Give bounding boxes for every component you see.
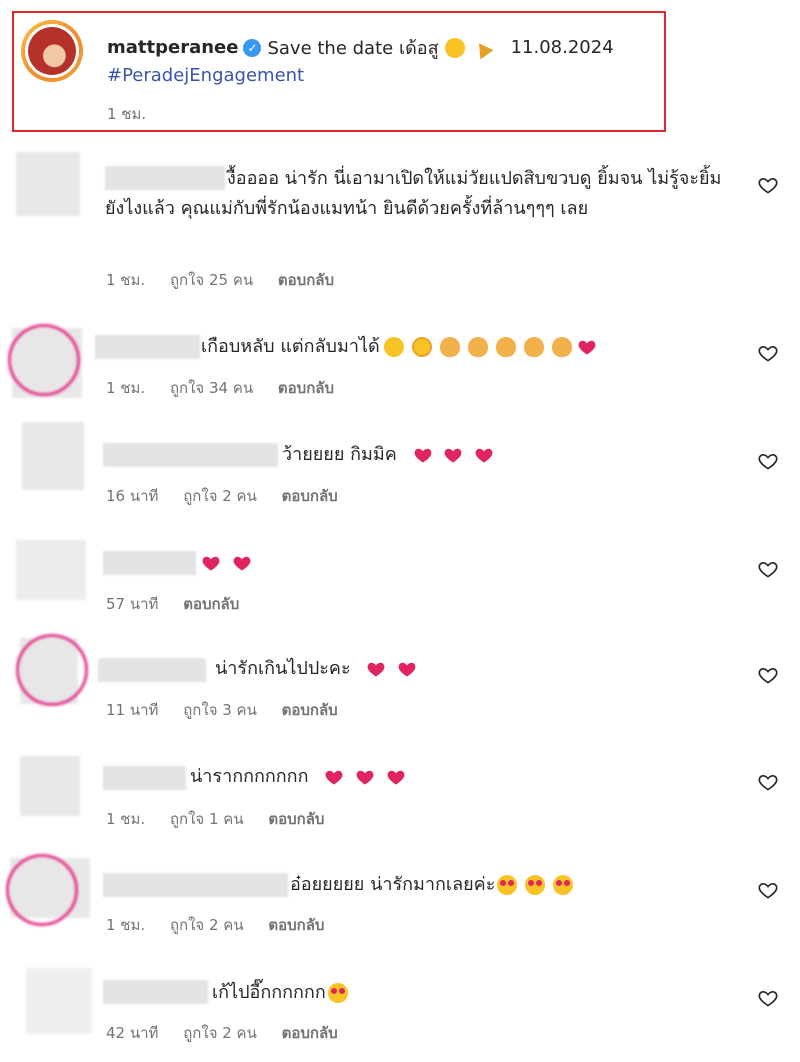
like-heart-icon[interactable] <box>757 174 779 196</box>
comment-meta: 1 ชม. ถูกใจ 25 คน ตอบกลับ <box>106 268 354 292</box>
melting-face-emoji-icon <box>523 337 544 357</box>
comment-likes[interactable]: ถูกใจ 2 คน <box>170 916 244 934</box>
party-popper-emoji-icon <box>473 38 493 58</box>
sparkling-heart-icon <box>324 767 344 787</box>
melting-face-emoji-icon <box>439 337 460 357</box>
commenter-username[interactable] <box>103 443 278 467</box>
post-author-avatar[interactable] <box>21 20 83 82</box>
reply-button[interactable]: ตอบกลับ <box>268 916 324 934</box>
comment-text: งื้ออออ น่ารัก นี่เอามาเปิดให้แม่วัยแปดส… <box>105 168 722 219</box>
comment-meta: 42 นาที ถูกใจ 2 คน ตอบกลับ <box>106 1021 358 1045</box>
comment-text: ว้ายยยย กิมมิค <box>282 440 494 470</box>
post-time: 1 ชม. <box>107 105 147 123</box>
heart-eyes-emoji-icon <box>553 875 574 895</box>
like-heart-icon[interactable] <box>757 558 779 580</box>
reply-button[interactable]: ตอบกลับ <box>278 271 334 289</box>
comment-text: น่ารากกกกกกก <box>190 762 406 792</box>
commenter-username[interactable] <box>103 766 186 790</box>
commenter-avatar[interactable] <box>6 854 90 926</box>
like-heart-icon[interactable] <box>757 987 779 1009</box>
like-heart-icon[interactable] <box>757 342 779 364</box>
comment-time: 1 ชม. <box>106 810 146 828</box>
comment-text <box>196 548 252 578</box>
like-heart-icon[interactable] <box>757 450 779 472</box>
commenter-avatar[interactable] <box>16 540 86 600</box>
comment-likes[interactable]: ถูกใจ 1 คน <box>170 810 244 828</box>
tears-of-joy-emoji-icon <box>383 337 404 357</box>
comment-time: 1 ชม. <box>106 379 146 397</box>
reply-button[interactable]: ตอบกลับ <box>282 701 338 719</box>
post-header: mattperanee ✓ Save the date เด้อสู 11.08… <box>12 11 666 132</box>
comment-meta: 11 นาที ถูกใจ 3 คน ตอบกลับ <box>106 698 358 722</box>
heart-eyes-emoji-icon <box>525 875 546 895</box>
comment-time: 1 ชม. <box>106 271 146 289</box>
post-hashtag[interactable]: #PeradejEngagement <box>107 65 304 86</box>
melting-face-emoji-icon <box>467 337 488 357</box>
reply-button[interactable]: ตอบกลับ <box>183 595 239 613</box>
comment-meta: 1 ชม. ถูกใจ 34 คน ตอบกลับ <box>106 376 354 400</box>
comment-time: 42 นาที <box>106 1024 159 1042</box>
verified-badge-icon: ✓ <box>243 38 262 57</box>
reply-button[interactable]: ตอบกลับ <box>278 379 334 397</box>
comment-likes[interactable]: ถูกใจ 3 คน <box>183 701 257 719</box>
red-heart-icon <box>366 659 386 679</box>
comment-text: น่ารักเกินไปปะคะ <box>215 654 417 684</box>
comment-text: เกือบหลับ แต่กลับมาได้ <box>201 332 597 362</box>
post-username[interactable]: mattperanee <box>107 37 238 58</box>
comment-meta: 1 ชม. ถูกใจ 1 คน ตอบกลับ <box>106 807 344 831</box>
comment-meta: 57 นาที ตอบกลับ <box>106 592 259 616</box>
commenter-avatar[interactable] <box>16 634 88 706</box>
comment-time: 11 นาที <box>106 701 159 719</box>
grinning-squinting-emoji-icon <box>444 37 465 58</box>
red-heart-icon <box>474 445 494 465</box>
red-heart-icon <box>232 553 252 573</box>
avatar-image <box>28 27 76 75</box>
commenter-username[interactable] <box>103 873 288 897</box>
like-heart-icon[interactable] <box>757 664 779 686</box>
commenter-avatar[interactable] <box>8 324 82 398</box>
red-heart-icon <box>413 445 433 465</box>
heart-eyes-emoji-icon <box>497 875 518 895</box>
comment-meta: 16 นาที ถูกใจ 2 คน ตอบกลับ <box>106 484 358 508</box>
like-heart-icon[interactable] <box>757 879 779 901</box>
red-heart-icon <box>201 553 221 573</box>
comment-likes[interactable]: ถูกใจ 34 คน <box>170 379 253 397</box>
comment-time: 1 ชม. <box>106 916 146 934</box>
commenter-username[interactable] <box>103 980 208 1004</box>
commenter-username[interactable] <box>98 658 206 682</box>
heart-eyes-emoji-icon <box>327 983 348 1003</box>
zany-face-emoji-icon <box>411 337 432 357</box>
comment-text: อ๋อยยยยย น่ารักมากเลยค่ะ <box>290 870 574 900</box>
commenter-avatar[interactable] <box>26 968 92 1034</box>
red-heart-icon <box>443 445 463 465</box>
commenter-avatar[interactable] <box>22 422 84 490</box>
commenter-username[interactable] <box>95 335 200 359</box>
melting-face-emoji-icon <box>495 337 516 357</box>
reply-button[interactable]: ตอบกลับ <box>268 810 324 828</box>
comment-time: 16 นาที <box>106 487 159 505</box>
reply-button[interactable]: ตอบกลับ <box>282 1024 338 1042</box>
reply-button[interactable]: ตอบกลับ <box>282 487 338 505</box>
like-heart-icon[interactable] <box>757 771 779 793</box>
post-caption: Save the date เด้อสู <box>267 38 439 59</box>
red-heart-icon <box>397 659 417 679</box>
red-heart-icon <box>577 337 597 357</box>
melting-face-emoji-icon <box>551 337 572 357</box>
comment-meta: 1 ชม. ถูกใจ 2 คน ตอบกลับ <box>106 913 344 937</box>
sparkling-heart-icon <box>386 767 406 787</box>
post-date: 11.08.2024 <box>510 37 614 58</box>
comment-likes[interactable]: ถูกใจ 2 คน <box>183 487 257 505</box>
sparkling-heart-icon <box>355 767 375 787</box>
comment-text: เก้ไปอี๊กกกกกก <box>212 978 348 1008</box>
commenter-avatar[interactable] <box>16 152 80 216</box>
commenter-username[interactable] <box>103 551 196 575</box>
comment-likes[interactable]: ถูกใจ 25 คน <box>170 271 253 289</box>
comment-likes[interactable]: ถูกใจ 2 คน <box>183 1024 257 1042</box>
comment-time: 57 นาที <box>106 595 159 613</box>
commenter-avatar[interactable] <box>20 756 80 816</box>
